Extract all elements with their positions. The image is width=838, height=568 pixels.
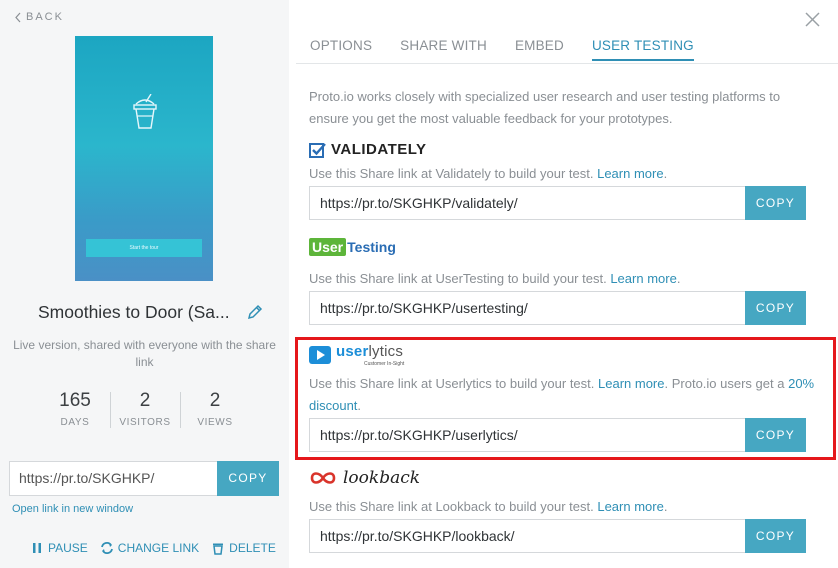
lookback-url-input[interactable]: https://pr.to/SKGHKP/lookback/ [309,519,745,553]
usertesting-description: Use this Share link at UserTesting to bu… [309,271,681,286]
stat-views: 2 VIEWS [180,390,250,430]
prototype-preview[interactable]: Start the tour [75,36,213,281]
validately-logo-text: VALIDATELY [331,141,427,158]
pause-button[interactable]: PAUSE [30,541,88,555]
start-tour-button: Start the tour [86,239,202,257]
checkbox-icon [309,142,326,158]
pause-icon [33,543,41,553]
project-title: Smoothies to Door (Sa... [38,302,230,322]
tabs-divider [296,63,838,64]
usertesting-logo-testing: Testing [347,239,396,255]
usertesting-url-input[interactable]: https://pr.to/SKGHKP/usertesting/ [309,291,745,325]
share-link-field: https://pr.to/SKGHKP/ COPY [9,461,279,496]
copy-share-link-button[interactable]: COPY [217,461,279,496]
stat-label: VIEWS [197,417,233,428]
back-button[interactable]: BACK [14,11,64,23]
change-link-label: CHANGE LINK [117,541,200,555]
infinity-icon [310,472,336,484]
tab-options[interactable]: OPTIONS [310,38,372,61]
stat-label: DAYS [60,417,90,428]
share-sidebar: BACK Start the tour Smoothies to Door (S… [0,0,289,568]
intro-text: Proto.io works closely with specialized … [309,89,781,126]
tab-share-with[interactable]: SHARE WITH [400,38,487,61]
usertesting-logo: User Testing [309,238,396,256]
lookback-logo-text: lookback [343,468,421,488]
usertesting-desc-text: Use this Share link at UserTesting to bu… [309,271,607,286]
project-description: Live version, shared with everyone with … [13,338,276,369]
tab-user-testing[interactable]: USER TESTING [591,38,694,61]
share-link-input[interactable]: https://pr.to/SKGHKP/ [9,461,217,496]
validately-description: Use this Share link at Validately to bui… [309,166,668,181]
close-icon[interactable] [805,12,820,27]
validately-learn-more-link[interactable]: Learn more [597,166,663,181]
lookback-logo: lookback [309,468,420,488]
link-actions: PAUSE CHANGE LINK DELETE [30,541,276,555]
usertesting-copy-button[interactable]: COPY [745,291,806,325]
lookback-description: Use this Share link at Lookback to build… [309,499,668,514]
stat-label: VISITORS [119,417,171,428]
back-label: BACK [26,11,64,23]
delete-button[interactable]: DELETE [211,541,276,555]
lookback-copy-button[interactable]: COPY [745,519,806,553]
userlytics-highlight-box [295,337,836,460]
pause-label: PAUSE [48,541,88,555]
stat-value: 165 [59,390,91,411]
validately-link-field: https://pr.to/SKGHKP/validately/ COPY [309,186,806,220]
validately-logo: VALIDATELY [309,141,427,158]
tab-embed[interactable]: EMBED [515,38,564,61]
chevron-left-icon [15,12,21,22]
lookback-learn-more-link[interactable]: Learn more [597,499,663,514]
smoothie-cup-icon [133,94,157,129]
stat-days: 165 DAYS [40,390,110,430]
usertesting-link-field: https://pr.to/SKGHKP/usertesting/ COPY [309,291,806,325]
stat-visitors: 2 VISITORS [110,390,180,430]
stat-value: 2 [209,390,221,411]
validately-desc-text: Use this Share link at Validately to bui… [309,166,594,181]
usertesting-logo-user: User [309,238,347,256]
validately-url-input[interactable]: https://pr.to/SKGHKP/validately/ [309,186,745,220]
lookback-link-field: https://pr.to/SKGHKP/lookback/ COPY [309,519,806,553]
stats-row: 165 DAYS 2 VISITORS 2 VIEWS [40,390,250,430]
open-link-new-window[interactable]: Open link in new window [12,503,133,515]
change-link-button[interactable]: CHANGE LINK [100,541,199,555]
edit-pencil-icon[interactable] [246,304,263,321]
share-tabs: OPTIONS SHARE WITH EMBED USER TESTING [310,38,694,61]
delete-label: DELETE [229,541,276,555]
refresh-icon [100,542,113,554]
lookback-desc-text: Use this Share link at Lookback to build… [309,499,594,514]
trash-icon [213,543,224,555]
usertesting-learn-more-link[interactable]: Learn more [610,271,676,286]
validately-copy-button[interactable]: COPY [745,186,806,220]
stat-value: 2 [139,390,151,411]
